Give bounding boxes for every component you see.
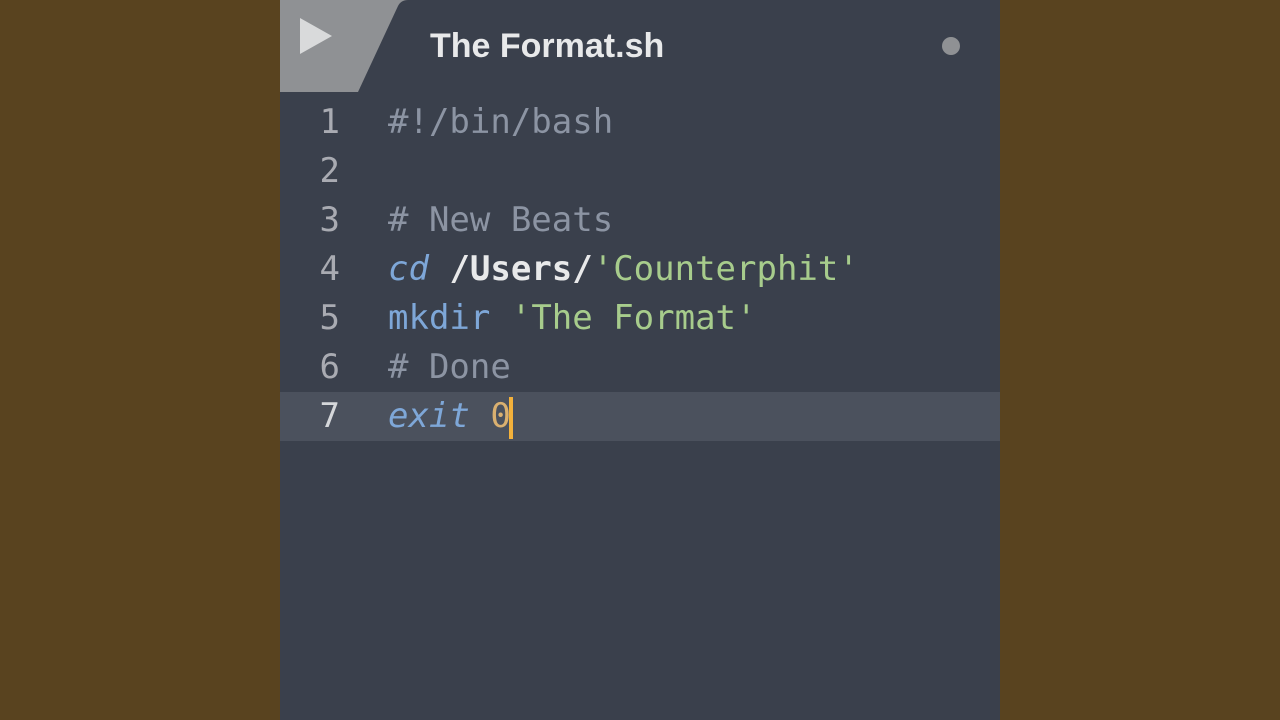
code-line[interactable]: #!/bin/bash [388,98,1000,147]
code-line[interactable]: # New Beats [388,196,1000,245]
line-number: 2 [280,147,358,196]
token-plain [429,249,449,289]
token-comment: #!/bin/bash [388,102,613,142]
token-string: 'The Format' [511,298,757,338]
run-button[interactable] [292,14,336,58]
code-line[interactable]: cd /Users/'Counterphit' [388,245,1000,294]
token-keyword: mkdir [388,298,490,338]
token-string: 'Counterphit' [593,249,859,289]
token-path: /Users/ [449,249,592,289]
code-line[interactable]: mkdir 'The Format' [388,294,1000,343]
token-number: 0 [490,396,510,436]
text-cursor [509,397,513,439]
line-number: 5 [280,294,358,343]
line-number: 3 [280,196,358,245]
tab-title: The Format.sh [430,27,918,66]
editor-window: The Format.sh 1234567 #!/bin/bash # New B… [280,0,1000,720]
token-plain [490,298,510,338]
line-number: 7 [280,392,358,441]
code-line[interactable]: exit 0 [358,392,1000,441]
code-area[interactable]: #!/bin/bash # New Beats cd /Users/'Counter… [358,92,1000,720]
code-line[interactable]: # Done [388,343,1000,392]
play-icon [292,14,336,58]
code-editor[interactable]: 1234567 #!/bin/bash # New Beats cd /Users/… [280,92,1000,720]
line-number: 1 [280,98,358,147]
token-comment: # Done [388,347,511,387]
tab-bar: The Format.sh [280,0,1000,92]
token-builtin: cd [388,249,429,289]
line-number-gutter: 1234567 [280,92,358,720]
file-tab[interactable]: The Format.sh [358,0,1000,92]
unsaved-indicator-icon [942,37,960,55]
code-line[interactable] [388,147,1000,196]
token-plain [470,396,490,436]
token-comment: # New Beats [388,200,613,240]
line-number: 6 [280,343,358,392]
line-number: 4 [280,245,358,294]
token-builtin: exit [388,396,470,436]
